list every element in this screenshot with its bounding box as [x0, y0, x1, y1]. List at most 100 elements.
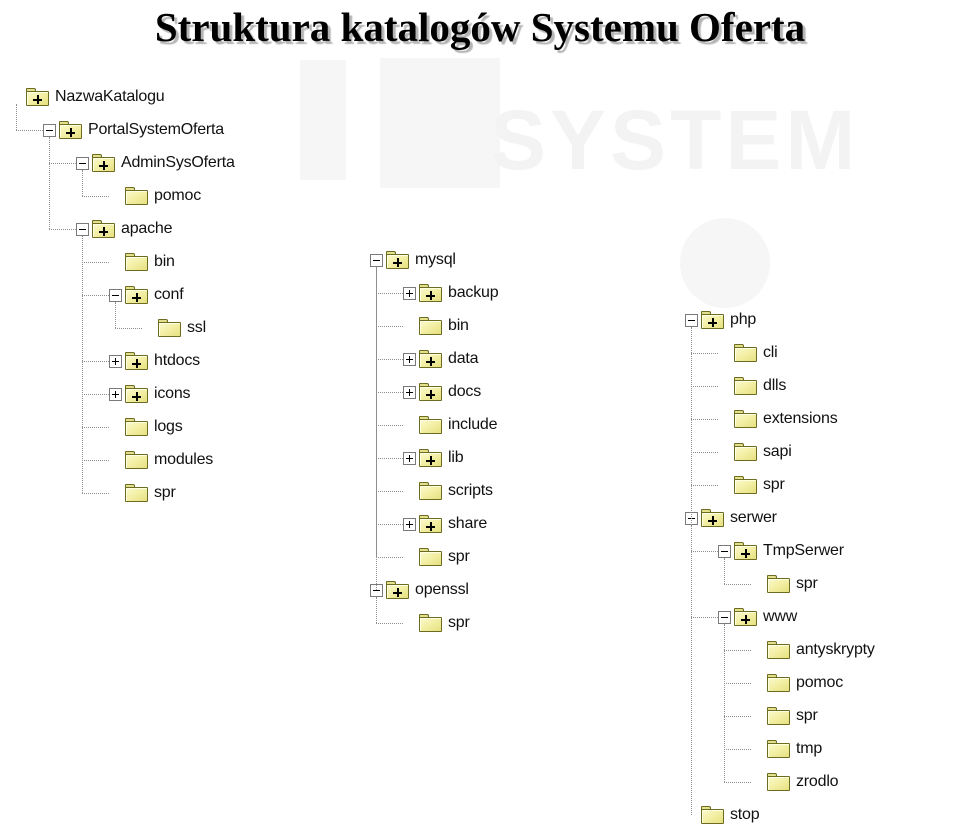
tree-node-scripts[interactable]: scripts	[403, 476, 493, 506]
folder-body	[767, 710, 790, 725]
folder-icon	[125, 187, 148, 205]
tree-node-nazwakatalogu[interactable]: NazwaKatalogu	[10, 82, 165, 112]
folder-plus-overlay	[99, 227, 108, 236]
folder-body	[419, 320, 442, 335]
folder-body	[734, 446, 757, 461]
tree-node-lib[interactable]: lib	[403, 443, 464, 473]
folder-plus-overlay	[132, 359, 141, 368]
expand-plus-icon[interactable]	[109, 354, 122, 368]
tree-node-bin[interactable]: bin	[109, 247, 175, 277]
tree-connector-stub	[49, 229, 76, 231]
tree-node-label: modules	[154, 451, 214, 468]
tree-node-icons[interactable]: icons	[109, 379, 191, 409]
expand-plus-icon[interactable]	[403, 286, 416, 300]
tree-node-extensions[interactable]: extensions	[718, 404, 838, 434]
tree-node-tmpserwer[interactable]: TmpSerwer	[718, 536, 844, 566]
tree-connector-stub	[724, 749, 751, 751]
tree-node-spr[interactable]: spr	[718, 470, 785, 500]
tree-node-spr[interactable]: spr	[751, 701, 818, 731]
tree-node-share[interactable]: share	[403, 509, 487, 539]
folder-plus-overlay	[426, 291, 435, 300]
tree-node-label: spr	[448, 614, 470, 631]
folder-plus-icon	[419, 284, 442, 302]
tree-connector-stub	[691, 485, 718, 487]
tree-connector-stub	[691, 353, 718, 355]
tree-node-adminsysoferta[interactable]: AdminSysOferta	[76, 148, 235, 178]
folder-icon	[734, 443, 757, 461]
tree-node-label: spr	[448, 548, 470, 565]
folder-plus-icon	[26, 88, 49, 106]
tree-node-label: bin	[448, 317, 469, 334]
expand-plus-icon[interactable]	[403, 352, 416, 366]
tree-connector-line	[16, 104, 18, 130]
folder-plus-icon	[419, 449, 442, 467]
tree-node-label: tmp	[796, 740, 823, 757]
expand-plus-icon[interactable]	[403, 517, 416, 531]
tree-node-docs[interactable]: docs	[403, 377, 481, 407]
expand-plus-icon[interactable]	[403, 385, 416, 399]
collapse-minus-icon[interactable]	[76, 222, 89, 236]
tree-node-www[interactable]: www	[718, 602, 797, 632]
tree-node-modules[interactable]: modules	[109, 445, 213, 475]
tree-node-cli[interactable]: cli	[718, 338, 778, 368]
collapse-minus-icon[interactable]	[109, 288, 122, 302]
tree-connector-stub	[376, 491, 403, 493]
tree-connector-line	[82, 170, 84, 196]
tree-node-label: cli	[763, 344, 778, 361]
tree-node-spr[interactable]: spr	[109, 478, 176, 508]
tree-connector-stub	[82, 394, 109, 396]
collapse-minus-icon[interactable]	[43, 123, 56, 137]
tree-connector-stub	[691, 386, 718, 388]
collapse-minus-icon[interactable]	[370, 253, 383, 267]
collapse-minus-icon[interactable]	[718, 544, 731, 558]
tree-node-antyskrypty[interactable]: antyskrypty	[751, 635, 875, 665]
tree-node-conf[interactable]: conf	[109, 280, 184, 310]
collapse-minus-icon[interactable]	[685, 313, 698, 327]
tree-node-label: spr	[796, 707, 818, 724]
tree-node-label: zrodlo	[796, 773, 839, 790]
tree-node-serwer[interactable]: serwer	[685, 503, 777, 533]
tree-connector-stub	[724, 683, 751, 685]
tree-node-ssl[interactable]: ssl	[142, 313, 206, 343]
tree-node-sapi[interactable]: sapi	[718, 437, 792, 467]
tree-node-backup[interactable]: backup	[403, 278, 499, 308]
tree-node-spr[interactable]: spr	[751, 569, 818, 599]
expand-plus-icon[interactable]	[403, 451, 416, 465]
folder-icon	[767, 773, 790, 791]
tree-node-htdocs[interactable]: htdocs	[109, 346, 200, 376]
folder-plus-icon	[92, 154, 115, 172]
tree-node-dlls[interactable]: dlls	[718, 371, 786, 401]
tree-node-openssl[interactable]: openssl	[370, 575, 469, 605]
folder-body	[419, 419, 442, 434]
tree-node-tmp[interactable]: tmp	[751, 734, 822, 764]
tree-node-spr[interactable]: spr	[403, 542, 470, 572]
folder-plus-icon	[386, 251, 409, 269]
tree-node-mysql[interactable]: mysql	[370, 245, 456, 275]
tree-node-label: scripts	[448, 482, 493, 499]
folder-icon	[419, 548, 442, 566]
tree-node-bin[interactable]: bin	[403, 311, 469, 341]
tree-node-apache[interactable]: apache	[76, 214, 172, 244]
tree-node-zrodlo[interactable]: zrodlo	[751, 767, 839, 797]
tree-node-logs[interactable]: logs	[109, 412, 183, 442]
tree-node-include[interactable]: include	[403, 410, 498, 440]
collapse-minus-icon[interactable]	[76, 156, 89, 170]
tree-node-label: antyskrypty	[796, 641, 875, 658]
tree-node-label: sapi	[763, 443, 792, 460]
tree-connector-stub	[724, 716, 751, 718]
tree-connector-stub	[724, 584, 751, 586]
expand-plus-icon[interactable]	[109, 387, 122, 401]
tree-node-php[interactable]: php	[685, 305, 756, 335]
tree-node-pomoc[interactable]: pomoc	[751, 668, 843, 698]
tree-node-portalsystemoferta[interactable]: PortalSystemOferta	[43, 115, 224, 145]
tree-node-data[interactable]: data	[403, 344, 479, 374]
tree-node-pomoc[interactable]: pomoc	[109, 181, 201, 211]
folder-body	[419, 617, 442, 632]
tree-node-spr[interactable]: spr	[403, 608, 470, 638]
folder-icon	[767, 674, 790, 692]
collapse-minus-icon[interactable]	[718, 610, 731, 624]
